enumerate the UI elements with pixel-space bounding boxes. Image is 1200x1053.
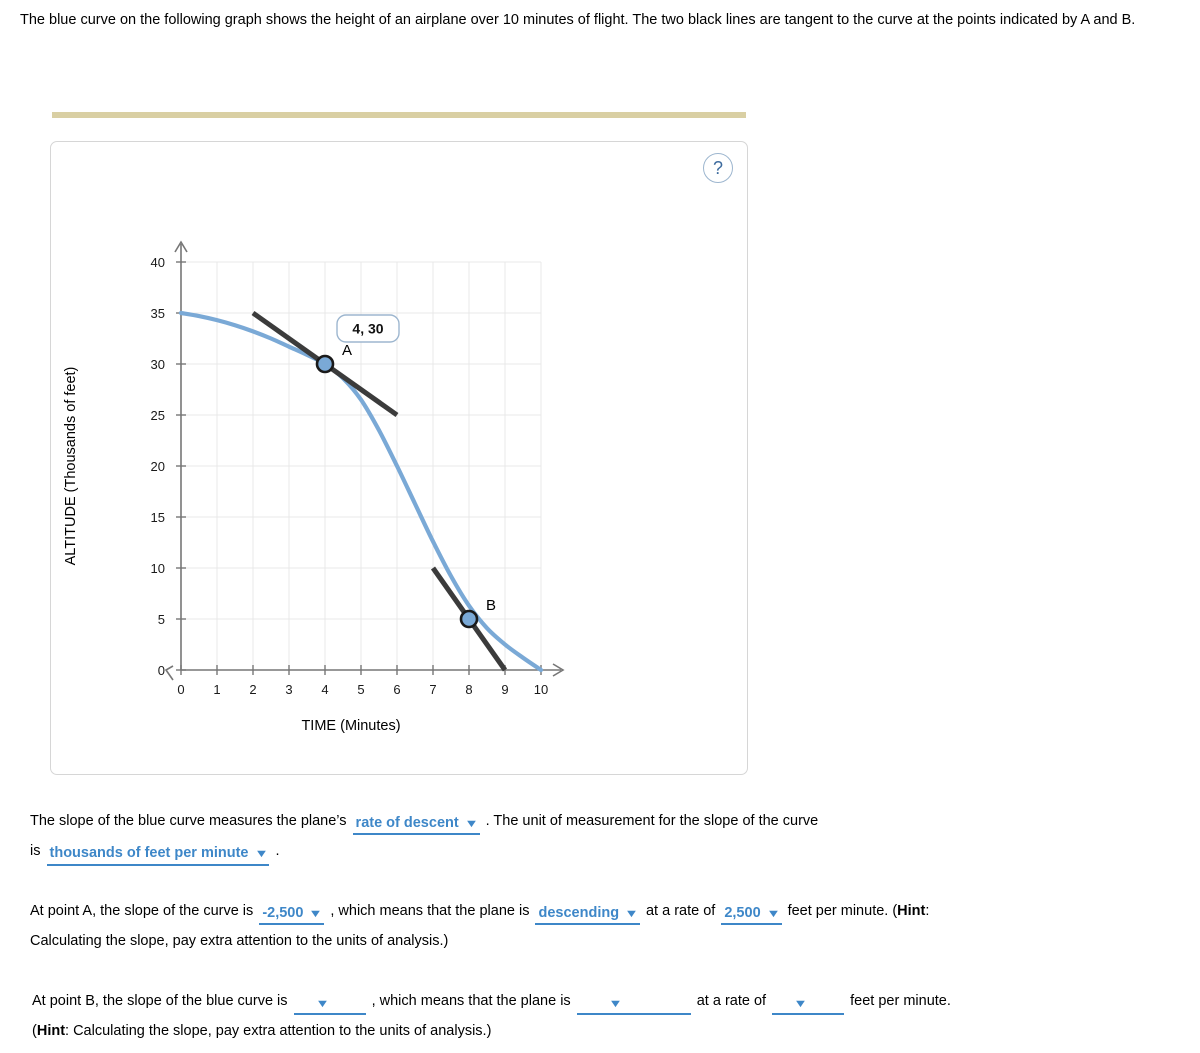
dropdown-slope-meaning-value: rate of descent	[355, 815, 459, 831]
stmt3-text-b: , which means that the plane is	[371, 993, 571, 1009]
stmt2-text-b: , which means that the plane is	[330, 903, 530, 919]
x-tick-label: 7	[429, 682, 436, 697]
data-point-a[interactable]	[315, 354, 335, 374]
altitude-time-chart: 0 1 2 3 4 5 6 7 8 9 10 0 5 10 15 20 25 30 35 40 TIME (Minute…	[63, 240, 565, 734]
stmt1-text-d: .	[275, 843, 280, 860]
x-tick-label: 10	[534, 682, 548, 697]
stmt2-text-c: at a rate of	[645, 903, 716, 919]
chart-axes	[164, 240, 565, 681]
stmt2-text-d: feet per minute. (	[787, 903, 898, 919]
point-label-b: B	[486, 597, 496, 614]
chevron-down-icon: ▼	[607, 998, 623, 1010]
chevron-down-icon: ▼	[463, 818, 479, 830]
stmt1-text-c: is	[30, 843, 41, 860]
dropdown-point-a-slope-value: -2,500	[262, 905, 304, 921]
stmt3-text-a: At point B, the slope of the blue curve …	[32, 993, 288, 1009]
stmt3-text-c: at a rate of	[696, 993, 767, 1009]
stmt2-text-f: Calculating the slope, pay extra attenti…	[30, 933, 449, 950]
y-tick-label: 5	[158, 612, 165, 627]
x-tick-label: 8	[465, 682, 472, 697]
chevron-down-icon: ▼	[624, 908, 639, 920]
stmt1-text-b: . The unit of measurement for the slope …	[485, 813, 819, 829]
stmt2-text-e: :	[925, 903, 930, 919]
dropdown-point-a-direction[interactable]: descending ▼	[535, 904, 640, 926]
dropdown-point-a-rate[interactable]: 2,500 ▼	[721, 904, 782, 926]
stmt3-text-e: : Calculating the slope, pay extra atten…	[65, 1023, 492, 1040]
y-tick-label: 30	[151, 357, 165, 372]
chevron-down-icon: ▼	[308, 908, 324, 920]
question-prompt: The blue curve on the following graph sh…	[20, 12, 1136, 28]
dropdown-point-b-slope[interactable]: ▼	[293, 994, 366, 1016]
stmt2-hint-word: Hint	[897, 903, 926, 919]
y-tick-label: 35	[151, 306, 165, 321]
section-divider	[52, 112, 746, 118]
stmt3-hint-word: Hint	[36, 1023, 66, 1040]
y-tick-label: 0	[158, 663, 165, 678]
x-tick-label: 2	[249, 682, 256, 697]
x-tick-label: 6	[393, 682, 400, 697]
origin-arrow-left	[164, 665, 174, 681]
statement-point-a: At point A, the slope of the curve is -2…	[30, 896, 1170, 957]
x-tick-label: 5	[357, 682, 364, 697]
x-tick-label: 4	[321, 682, 328, 697]
dropdown-slope-units-value: thousands of feet per minute	[49, 845, 249, 862]
chevron-down-icon: ▼	[765, 908, 781, 920]
x-tick-label: 3	[285, 682, 292, 697]
dropdown-point-a-rate-value: 2,500	[724, 905, 761, 921]
y-tick-label: 25	[151, 408, 165, 423]
page-root: The blue curve on the following graph sh…	[0, 0, 1200, 1053]
coordinate-tooltip-text: 4, 30	[352, 321, 383, 337]
dropdown-slope-meaning[interactable]: rate of descent ▼	[352, 814, 480, 836]
statement-slope-meaning: The slope of the blue curve measures the…	[30, 806, 1030, 867]
dropdown-point-b-direction[interactable]: ▼	[576, 994, 691, 1016]
x-tick-label: 1	[213, 682, 220, 697]
dropdown-point-a-direction-value: descending	[538, 905, 620, 921]
chart-canvas: 0 1 2 3 4 5 6 7 8 9 10 0 5 10 15 20 25 30 35 40 TIME (Minute…	[51, 142, 749, 776]
y-axis-title: ALTITUDE (Thousands of feet)	[63, 367, 79, 566]
x-axis-title: TIME (Minutes)	[301, 718, 400, 734]
point-label-a: A	[342, 342, 352, 359]
stmt3-text-d: feet per minute.	[850, 993, 951, 1009]
stmt1-text-a: The slope of the blue curve measures the…	[30, 813, 347, 829]
y-tick-label: 20	[151, 459, 165, 474]
y-tick-label: 40	[151, 255, 165, 270]
statement-point-b: At point B, the slope of the blue curve …	[32, 986, 1172, 1047]
chevron-down-icon: ▼	[793, 998, 808, 1010]
chevron-down-icon: ▼	[314, 998, 330, 1010]
chevron-down-icon: ▼	[253, 848, 269, 861]
x-tick-label: 0	[177, 682, 184, 697]
chart-panel: ? 0 1 2 3 4 5 6 7 8 9 10 0 5 10 15 20 25 30 35 40 TIME (Minu…	[50, 141, 748, 775]
dropdown-slope-units[interactable]: thousands of feet per minute ▼	[46, 844, 270, 866]
data-point-b[interactable]	[459, 609, 479, 629]
y-tick-label: 15	[151, 510, 165, 525]
x-tick-label: 9	[501, 682, 508, 697]
stmt2-text-a: At point A, the slope of the curve is	[30, 903, 254, 919]
dropdown-point-a-slope[interactable]: -2,500 ▼	[259, 904, 325, 926]
dropdown-point-b-rate[interactable]: ▼	[772, 994, 845, 1016]
y-tick-label: 10	[151, 561, 165, 576]
